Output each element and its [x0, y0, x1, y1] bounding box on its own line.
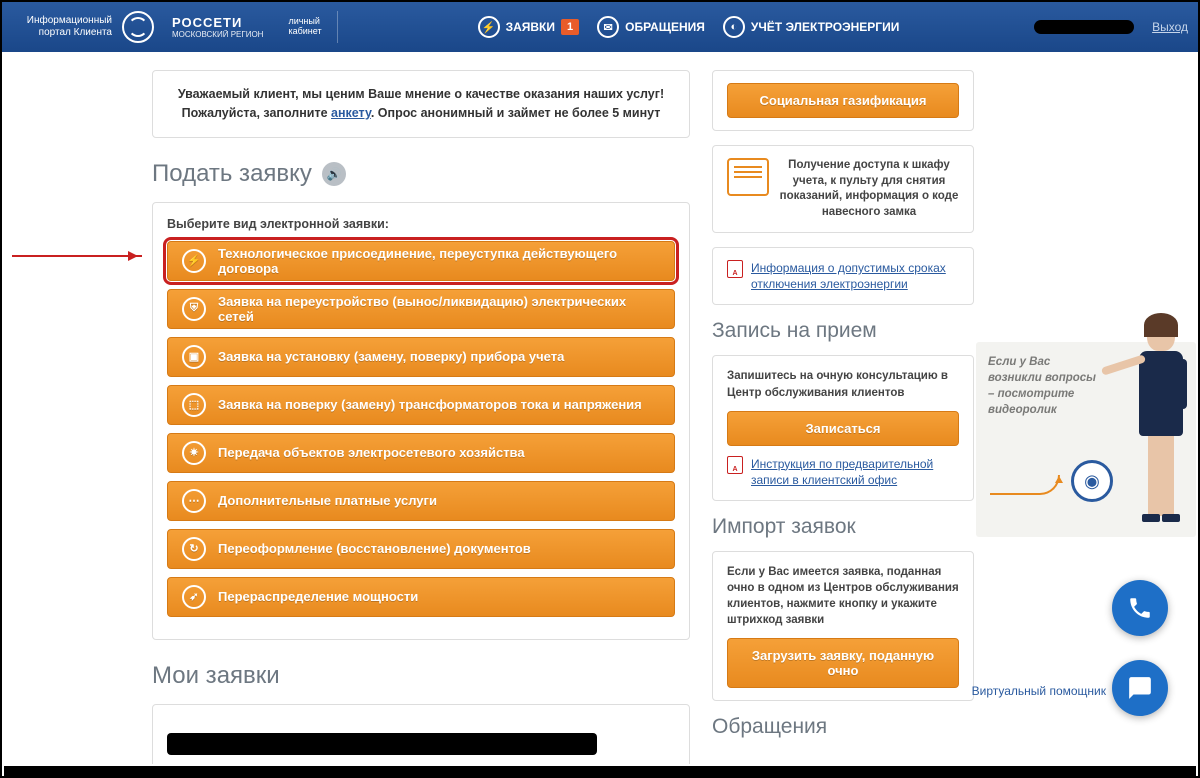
portal-label: Информационный портал Клиента	[12, 15, 112, 39]
application-type-option[interactable]: ⋯ Дополнительные платные услуги	[167, 481, 675, 521]
my-apps-panel	[152, 704, 690, 765]
import-button[interactable]: Загрузить заявку, поданную очно	[727, 638, 959, 688]
book-button[interactable]: Записаться	[727, 411, 959, 446]
nav-messages[interactable]: ✉ ОБРАЩЕНИЯ	[597, 16, 705, 38]
pdf-icon: A	[727, 260, 743, 278]
application-type-option[interactable]: ✷ Передача объектов электросетевого хозяй…	[167, 433, 675, 473]
option-label: Перераспределение мощности	[218, 589, 418, 604]
option-icon: ⚡	[182, 249, 206, 273]
logo-icon	[122, 11, 154, 43]
option-icon: ▣	[182, 345, 206, 369]
nav-metering[interactable]: ◐ УЧЁТ ЭЛЕКТРОЭНЕРГИИ	[723, 16, 900, 38]
cabinet-icon	[727, 158, 769, 196]
brand-subtitle: МОСКОВСКИЙ РЕГИОН	[172, 30, 263, 39]
option-label: Технологическое присоединение, переуступ…	[218, 246, 660, 276]
messages-heading: Обращения	[712, 715, 974, 739]
application-type-option[interactable]: ↻ Переоформление (восстановление) докумен…	[167, 529, 675, 569]
logout-link[interactable]: Выход	[1152, 20, 1188, 34]
nav-applications[interactable]: ⚡ ЗАЯВКИ 1	[478, 16, 580, 38]
application-type-option[interactable]: ⛨ Заявка на переустройство (вынос/ликвида…	[167, 289, 675, 329]
outage-info-link[interactable]: Информация о допустимых сроках отключени…	[751, 260, 959, 292]
survey-link[interactable]: анкету	[331, 106, 371, 120]
pdf-icon: A	[727, 456, 743, 474]
booking-guide-link[interactable]: Инструкция по предварительной записи в к…	[751, 456, 959, 488]
option-label: Дополнительные платные услуги	[218, 493, 437, 508]
survey-banner: Уважаемый клиент, мы ценим Ваше мнение о…	[152, 70, 690, 138]
mail-icon: ✉	[597, 16, 619, 38]
chat-fab[interactable]	[1112, 660, 1168, 716]
callout-arrow	[12, 255, 142, 257]
appointment-heading: Запись на прием	[712, 319, 974, 343]
application-type-option[interactable]: ➶ Перераспределение мощности	[167, 577, 675, 617]
play-icon[interactable]: ◉	[1071, 460, 1113, 502]
top-header: Информационный портал Клиента РОССЕТИ МО…	[2, 2, 1198, 52]
import-heading: Импорт заявок	[712, 515, 974, 539]
sound-icon[interactable]: 🔊	[322, 162, 346, 186]
redacted-content	[167, 733, 597, 755]
option-label: Переоформление (восстановление) документ…	[218, 541, 531, 556]
phone-fab[interactable]	[1112, 580, 1168, 636]
option-label: Заявка на установку (замену, поверку) пр…	[218, 349, 564, 364]
brand-title: РОССЕТИ	[172, 15, 263, 30]
assistant-avatar	[1121, 317, 1200, 537]
application-type-option[interactable]: ⚡ Технологическое присоединение, переусту…	[167, 241, 675, 281]
option-label: Передача объектов электросетевого хозяйс…	[218, 445, 525, 460]
option-label: Заявка на переустройство (вынос/ликвидац…	[218, 294, 660, 324]
option-icon: ⋯	[182, 489, 206, 513]
option-icon: ⛨	[182, 297, 206, 321]
bottom-border	[4, 766, 1196, 776]
arrow-curve-icon	[990, 475, 1060, 495]
panel-title: Выберите вид электронной заявки:	[167, 217, 675, 231]
virtual-assistant-label: Виртуальный помощник	[972, 684, 1106, 698]
cabinet-access-card[interactable]: Получение доступа к шкафу учета, к пульт…	[712, 145, 974, 233]
option-icon: ➶	[182, 585, 206, 609]
option-icon: ↻	[182, 537, 206, 561]
apps-badge: 1	[561, 19, 579, 35]
bolt-icon: ⚡	[478, 16, 500, 38]
cabinet-link[interactable]: личныйкабинет	[288, 17, 321, 37]
my-apps-title: Мои заявки	[152, 662, 690, 690]
application-types-panel: Выберите вид электронной заявки: ⚡ Технол…	[152, 202, 690, 640]
application-type-option[interactable]: ⬚ Заявка на поверку (замену) трансформато…	[167, 385, 675, 425]
meter-icon: ◐	[723, 16, 745, 38]
submit-title: Подать заявку 🔊	[152, 160, 690, 188]
application-type-option[interactable]: ▣ Заявка на установку (замену, поверку) п…	[167, 337, 675, 377]
username-redacted	[1034, 20, 1134, 34]
option-label: Заявка на поверку (замену) трансформатор…	[218, 397, 642, 412]
option-icon: ⬚	[182, 393, 206, 417]
option-icon: ✷	[182, 441, 206, 465]
gas-button[interactable]: Социальная газификация	[727, 83, 959, 118]
